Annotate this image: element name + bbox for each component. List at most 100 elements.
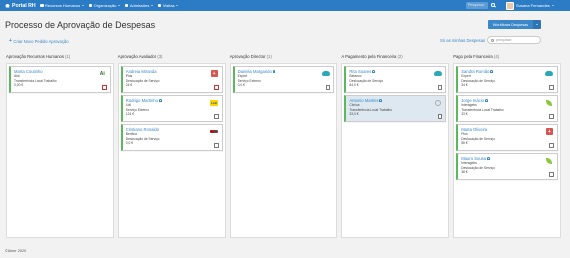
user-menu[interactable]: Susana Fernandes (506, 1, 554, 10)
column-3: A Pagamento pela Financeira (2) Rita Soa… (341, 54, 450, 238)
user-name: Susana Fernandes (516, 3, 550, 8)
supplier-logo (545, 156, 554, 165)
column-4: Pago pela Financeira (4) Sandra Romão Ex… (453, 54, 561, 238)
bell-icon (272, 70, 276, 73)
supplier-logo (321, 69, 330, 78)
column-body: Sandra Romão Expert Deslocação de Serviç… (453, 63, 561, 238)
card-amount: 0,0 € (237, 83, 245, 88)
expense-card[interactable]: Daniela Margarido Expert Serviço Externo… (232, 66, 335, 93)
top-search-input[interactable]: Pesquisar (466, 2, 488, 9)
footer-copyright: ©Aleer 2020 (5, 249, 27, 253)
dropdown-toggle[interactable] (533, 20, 541, 29)
expense-card[interactable]: Marta Oliveira Plus Deslocação de Serviç… (456, 124, 558, 151)
document-icon[interactable] (214, 85, 219, 90)
sitemap-icon (88, 3, 93, 8)
nav-label: Recursos Humanos (45, 3, 81, 8)
column-title: Aprovação Avaliador (3) (117, 54, 163, 59)
card-amount: 33,0 € (349, 112, 359, 117)
column-1: Aprovação Avaliador (3) Andreia Miranda … (117, 54, 226, 238)
nav-item-3[interactable]: Visitas (157, 3, 179, 8)
supplier-logo: + (545, 127, 554, 136)
supplier-logo (545, 98, 554, 107)
user-plus-icon (124, 3, 129, 8)
expense-card[interactable]: Jorge Inácio Interagebs Transferência Lo… (456, 95, 558, 122)
column-title: A Pagamento pela Financeira (2) (341, 54, 403, 59)
caret-down-icon (150, 5, 153, 6)
column-2: Aprovação Director (1) Daniela Margarido… (229, 54, 338, 238)
supplier-logo (433, 98, 442, 107)
search-icon[interactable] (491, 3, 497, 8)
main-nav: Recursos Humanos Organização Admissões V… (40, 3, 179, 8)
user-icon (157, 3, 162, 8)
document-icon[interactable] (437, 114, 443, 119)
supplier-logo: + (210, 69, 219, 78)
supplier-logo (210, 127, 219, 136)
column-body: Andreia Miranda Plus Deslocação de Servi… (117, 63, 226, 238)
column-title: Aprovação Director (1) (229, 54, 272, 59)
document-icon[interactable] (102, 85, 107, 90)
card-amount: 33 € (461, 112, 468, 117)
document-icon[interactable] (214, 114, 219, 119)
chevron-down-icon (551, 5, 554, 6)
expense-card[interactable]: Rodrigo Martinho Lidl Serviço Externo 12… (120, 95, 223, 122)
nav-item-1[interactable]: Organização (88, 3, 120, 8)
nav-item-2[interactable]: Admissões (124, 3, 153, 8)
nav-label: Visitas (162, 3, 175, 8)
workflow-dropdown-button[interactable]: Workflows Despesas (488, 20, 541, 29)
column-title: Pago pela Financeira (4) (453, 54, 500, 59)
column-0: Aprovação Recursos Humanos (1) Marta Cou… (6, 54, 114, 238)
card-amount: 64,0 € (349, 83, 359, 88)
card-amount: 124 € (125, 112, 135, 117)
kanban-board: Aprovação Recursos Humanos (1) Marta Cou… (6, 54, 561, 238)
expense-card[interactable]: Marta Coutinho Aldi Transferência Local … (9, 66, 111, 93)
column-body: Rita Soares Betanco Deslocação de Serviç… (341, 63, 450, 238)
nav-item-0[interactable]: Recursos Humanos (40, 3, 84, 8)
bell-icon (379, 99, 383, 102)
card-amount: 56 € (461, 141, 468, 146)
caret-down-icon (536, 24, 538, 25)
brand-label: Portal RH (12, 2, 36, 9)
caret-down-icon (117, 5, 120, 6)
workflow-button-label[interactable]: Workflows Despesas (488, 20, 533, 29)
expense-card[interactable]: Andreia Miranda Plus Deslocação de Servi… (120, 66, 223, 93)
supplier-logo (545, 69, 554, 78)
nav-label: Admissões (129, 3, 150, 8)
expense-card[interactable]: Rita Soares Betanco Deslocação de Serviç… (344, 66, 447, 93)
home-icon (5, 3, 10, 8)
expense-card[interactable]: Antonio Martins Clínica Transferência Lo… (344, 95, 447, 122)
document-icon[interactable] (549, 143, 554, 148)
filter-placeholder: pesquisar (496, 38, 512, 42)
brand[interactable]: Portal RH (0, 3, 40, 9)
plus-icon: + (9, 38, 12, 44)
column-body: Daniela Margarido Expert Serviço Externo… (229, 63, 338, 238)
column-title: Aprovação Recursos Humanos (1) (6, 54, 71, 59)
card-amount: 0,00 € (14, 83, 24, 88)
bell-icon (490, 70, 493, 73)
document-icon[interactable] (549, 172, 554, 177)
supplier-logo (433, 69, 442, 78)
bell-icon (158, 99, 162, 102)
document-icon[interactable] (437, 85, 443, 90)
expense-card[interactable]: Mauro Sousa Interagebs Deslocação de Ser… (456, 153, 558, 180)
my-requests-link[interactable]: Só as minhas Despesas (440, 38, 485, 43)
bell-icon (487, 157, 490, 160)
bell-icon (485, 99, 488, 102)
expense-card[interactable]: Cristiano Ronaldo Benfica Deslocação de … (120, 124, 223, 151)
supplier-logo: Lidl (210, 99, 219, 106)
search-icon (491, 38, 494, 42)
document-icon[interactable] (325, 85, 331, 90)
bell-icon (372, 70, 375, 73)
column-body: Marta Coutinho Aldi Transferência Local … (6, 63, 114, 238)
document-icon[interactable] (549, 85, 554, 90)
new-request-label: Criar Novo Pedido Aprovação (13, 38, 69, 44)
caret-down-icon (176, 5, 179, 6)
card-amount: 24 € (125, 83, 133, 88)
expense-card[interactable]: Sandra Romão Expert Deslocação de Serviç… (456, 66, 558, 93)
supplier-logo: Ai (99, 70, 105, 77)
new-request-link[interactable]: + Criar Novo Pedido Aprovação (9, 38, 69, 44)
filter-input[interactable]: pesquisar (487, 36, 541, 44)
card-amount: 0,0 € (125, 141, 134, 146)
document-icon[interactable] (214, 143, 219, 148)
document-icon[interactable] (549, 114, 554, 119)
nav-label: Organização (93, 3, 117, 8)
